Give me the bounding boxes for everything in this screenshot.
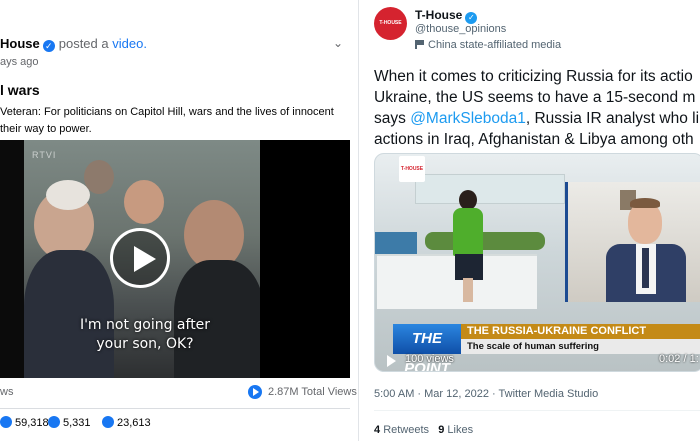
tweet-meta[interactable]: 5:00 AM · Mar 12, 2022 · Twitter Media S… bbox=[374, 388, 598, 400]
play-icon[interactable] bbox=[110, 228, 170, 288]
likes-count[interactable]: 59,318 bbox=[0, 416, 49, 429]
tweet-line: actions in Iraq, Afghanistan & Libya amo… bbox=[374, 131, 694, 148]
author-name-text: T-House bbox=[415, 8, 463, 22]
shares-count[interactable]: 23,613 bbox=[102, 416, 151, 429]
likes-label: Likes bbox=[447, 424, 474, 436]
comments-count-text: 5,331 bbox=[63, 417, 91, 429]
anchor-legs bbox=[463, 278, 473, 302]
video-views-icon bbox=[248, 385, 262, 399]
posted-text: posted a bbox=[58, 36, 109, 51]
news-anchor bbox=[451, 190, 485, 302]
tweet-line: Ukraine, the US seems to have a 15-secon… bbox=[374, 89, 696, 106]
retweets-count: 4 bbox=[374, 424, 381, 436]
anchor-body bbox=[453, 208, 483, 256]
tweet-line: says @MarkSleboda1, Russia IR analyst wh… bbox=[374, 108, 700, 129]
studio-plants bbox=[425, 232, 545, 250]
post-title: l wars bbox=[0, 82, 40, 98]
share-icon bbox=[102, 416, 114, 428]
facebook-post: House ✓ posted a video. ays ago ⌄ l wars V… bbox=[0, 0, 358, 441]
video-watermark: RTVI bbox=[32, 150, 57, 160]
likes-count-text: 59,318 bbox=[15, 417, 49, 429]
guest-tie bbox=[642, 248, 649, 288]
lower-third-banner: THE POINT THE RUSSIA-UKRAINE CONFLICT Th… bbox=[393, 324, 700, 371]
video-caption: I'm not going after your son, OK? bbox=[79, 317, 211, 352]
flag-icon bbox=[415, 40, 425, 49]
post-stats: ws 2.87M Total Views bbox=[0, 385, 357, 402]
divider bbox=[374, 410, 700, 411]
reactions-bar: 59,318 5,331 23,613 bbox=[0, 416, 350, 434]
tweet-line: When it comes to criticizing Russia for … bbox=[374, 68, 693, 85]
post-description: Veteran: For politicians on Capitol Hill… bbox=[0, 106, 334, 135]
video-link[interactable]: video. bbox=[112, 36, 147, 51]
banner-subtitle: The scale of human suffering bbox=[461, 339, 700, 354]
video-views: 100 views bbox=[405, 353, 454, 365]
video-time: 0:02 / 1: bbox=[659, 353, 699, 365]
person-shape bbox=[124, 180, 164, 224]
tweet-text-fragment: says bbox=[374, 110, 406, 127]
divider bbox=[0, 408, 350, 409]
guest-inset bbox=[565, 182, 700, 302]
show-logo: THE POINT bbox=[393, 324, 461, 371]
tweet-video[interactable]: T-HOUSE THE POINT THE RUSSIA-UKRAINE CON… bbox=[374, 153, 700, 372]
tweet-author-name[interactable]: T-House ✓ bbox=[415, 8, 478, 24]
anchor-head bbox=[459, 190, 477, 210]
avatar[interactable]: T-HOUSE bbox=[374, 7, 407, 40]
state-media-label[interactable]: China state-affiliated media bbox=[415, 39, 561, 51]
likes-count: 9 bbox=[438, 424, 445, 436]
video-player[interactable]: RTVI I'm not going after your son, OK? bbox=[0, 140, 350, 378]
retweets-link[interactable]: 4 Retweets bbox=[374, 424, 429, 436]
engagement-counts: 4 Retweets 9 Likes bbox=[374, 424, 473, 436]
comment-icon bbox=[48, 416, 60, 428]
views-text-cut: ws bbox=[0, 386, 14, 398]
person-body-shape bbox=[24, 250, 114, 378]
video-letterbox bbox=[0, 140, 24, 378]
studio-screen bbox=[375, 232, 417, 254]
affiliation-text: China state-affiliated media bbox=[428, 39, 562, 51]
play-icon[interactable] bbox=[387, 355, 396, 367]
post-time[interactable]: ays ago bbox=[0, 56, 39, 68]
likes-link[interactable]: 9 Likes bbox=[438, 424, 473, 436]
banner-title: THE RUSSIA-UKRAINE CONFLICT bbox=[461, 324, 700, 339]
studio-window bbox=[415, 174, 565, 204]
chevron-down-icon[interactable]: ⌄ bbox=[333, 36, 347, 50]
channel-logo: T-HOUSE bbox=[399, 156, 425, 182]
total-views: 2.87M Total Views bbox=[268, 386, 357, 398]
guest-hair bbox=[630, 198, 660, 208]
comments-count[interactable]: 5,331 bbox=[48, 416, 91, 429]
tweet-text-fragment: , Russia IR analyst who li bbox=[525, 110, 700, 127]
page-name-link[interactable]: House bbox=[0, 36, 40, 51]
verified-icon: ✓ bbox=[42, 40, 55, 52]
like-icon bbox=[0, 416, 12, 428]
tweet-text: When it comes to criticizing Russia for … bbox=[374, 66, 700, 150]
person-hair-shape bbox=[46, 180, 90, 210]
guest-head bbox=[628, 202, 662, 244]
shares-count-text: 23,613 bbox=[117, 417, 151, 429]
retweets-label: Retweets bbox=[383, 424, 430, 436]
person-shape bbox=[84, 160, 114, 194]
post-header: House ✓ posted a video. bbox=[0, 36, 147, 52]
mention-link[interactable]: @MarkSleboda1 bbox=[410, 110, 526, 127]
tweet-author-handle[interactable]: @thouse_opinions bbox=[415, 23, 506, 35]
tweet: T-HOUSE T-House ✓ @thouse_opinions China … bbox=[359, 0, 700, 441]
anchor-skirt bbox=[455, 254, 483, 280]
